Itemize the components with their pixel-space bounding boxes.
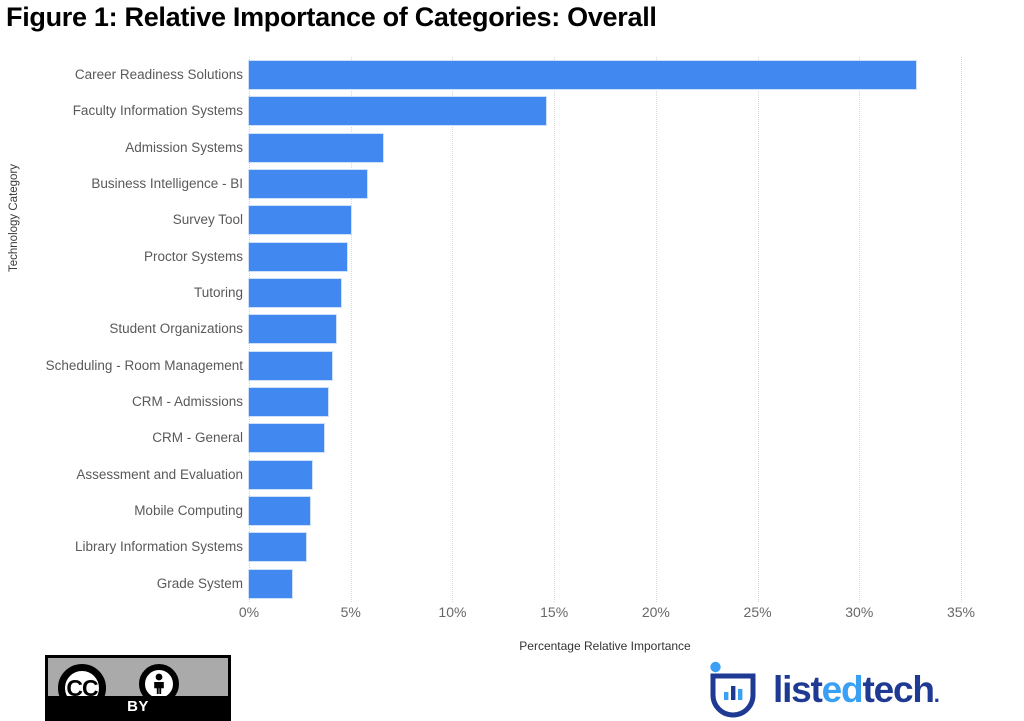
- y-axis-label: Library Information Systems: [74, 539, 243, 555]
- y-axis-label: Grade System: [156, 575, 243, 591]
- shield-chart-icon: [710, 661, 756, 718]
- bar-row[interactable]: [248, 275, 961, 311]
- y-axis-labels: Career Readiness Solutions Faculty Inform…: [0, 57, 243, 602]
- page-title: Figure 1: Relative Importance of Categor…: [6, 2, 657, 32]
- x-axis-tick: 20%: [641, 604, 670, 620]
- y-axis-label: CRM - Admissions: [131, 394, 243, 409]
- bar-row[interactable]: [247, 457, 961, 493]
- y-axis-label: Mobile Computing: [134, 503, 243, 518]
- bar-row[interactable]: [247, 420, 961, 456]
- bar-row[interactable]: [247, 384, 961, 420]
- y-axis-label: Career Readiness Solutions: [74, 67, 243, 82]
- bar-row[interactable]: [248, 202, 961, 238]
- bar[interactable]: [247, 132, 385, 163]
- y-axis-label: Assessment and Evaluation: [76, 466, 243, 482]
- wordmark-part-ed: ed: [821, 668, 864, 710]
- bar[interactable]: [247, 350, 334, 381]
- bar-row[interactable]: [247, 493, 961, 529]
- wordmark-dot: .: [933, 681, 940, 707]
- y-axis-label: Faculty Information Systems: [72, 103, 243, 119]
- bar-row[interactable]: [248, 93, 961, 129]
- creative-commons-by-icon: CC BY: [45, 655, 231, 721]
- bar[interactable]: [248, 205, 352, 236]
- bar[interactable]: [247, 459, 314, 490]
- x-axis-tick: 25%: [743, 604, 772, 620]
- bar-row[interactable]: [247, 348, 961, 384]
- bar-series: [247, 57, 961, 602]
- wordmark-part-list: list: [773, 668, 823, 710]
- y-axis-label: Admission Systems: [125, 139, 243, 155]
- bar[interactable]: [247, 423, 326, 454]
- bar[interactable]: [248, 532, 307, 563]
- y-axis-label: Proctor Systems: [143, 248, 243, 264]
- bar-row[interactable]: [247, 311, 961, 347]
- bar[interactable]: [248, 278, 342, 309]
- bar[interactable]: [247, 314, 338, 345]
- bar[interactable]: [248, 96, 547, 127]
- bar-row[interactable]: [248, 239, 961, 275]
- bar[interactable]: [248, 568, 293, 599]
- y-axis-label: Scheduling - Room Management: [45, 357, 243, 373]
- listedtech-logo: listedtech.: [705, 659, 940, 719]
- x-axis-ticks: 0% 5% 10% 15% 20% 25% 30% 35%: [239, 604, 975, 628]
- bar-row[interactable]: [248, 566, 961, 602]
- bar[interactable]: [247, 60, 918, 91]
- wordmark-part-tech: tech: [862, 668, 934, 710]
- x-axis-tick: 35%: [946, 604, 976, 620]
- bar-row[interactable]: [248, 529, 961, 565]
- bar[interactable]: [247, 496, 312, 527]
- x-axis-tick: 10%: [438, 604, 467, 620]
- x-axis-tick: 5%: [340, 604, 361, 620]
- gridline-35%: [961, 57, 963, 602]
- y-axis-label: Business Intelligence - BI: [91, 176, 243, 191]
- bar[interactable]: [248, 241, 348, 272]
- x-axis-title: Percentage Relative Importance: [519, 639, 691, 653]
- bar-row[interactable]: [248, 166, 961, 202]
- listedtech-wordmark: listedtech.: [773, 668, 940, 710]
- y-axis-label: Survey Tool: [172, 212, 243, 228]
- plot-area: [247, 57, 963, 602]
- bar[interactable]: [247, 387, 330, 418]
- y-axis-label: Tutoring: [193, 285, 243, 300]
- bar-row[interactable]: [247, 57, 961, 93]
- bar-row[interactable]: [247, 130, 961, 166]
- badge-by-label: BY: [127, 698, 149, 715]
- y-axis-label: CRM - General: [152, 430, 243, 446]
- x-axis-tick: 0%: [238, 604, 260, 620]
- x-axis-tick: 30%: [845, 604, 874, 620]
- y-axis-label: Student Organizations: [109, 321, 243, 337]
- x-axis-tick: 15%: [540, 604, 569, 620]
- bar[interactable]: [248, 169, 368, 200]
